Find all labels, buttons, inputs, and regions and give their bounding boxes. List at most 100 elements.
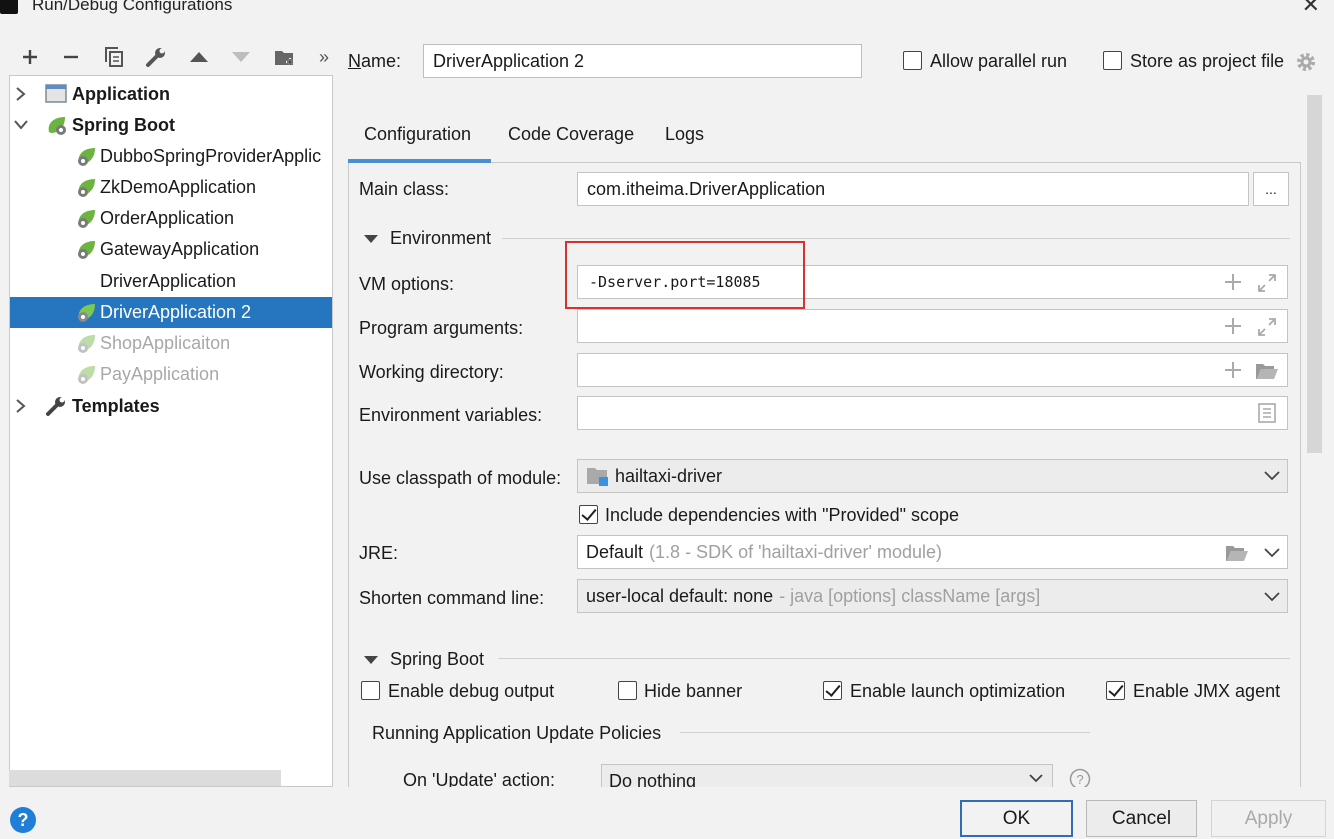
arrow-down-icon	[232, 52, 250, 62]
launch-opt-label: Enable launch optimization	[850, 681, 1066, 701]
wrench-icon	[146, 48, 165, 67]
on-update-select[interactable]: Do nothing	[601, 764, 1053, 787]
on-update-label: On 'Update' action:	[403, 770, 555, 787]
cancel-button[interactable]: Cancel	[1086, 800, 1197, 837]
tree-item-pay[interactable]: PayApplication	[10, 359, 332, 390]
tab-logs[interactable]: Logs	[665, 124, 704, 145]
browse-button[interactable]: ...	[1253, 172, 1289, 206]
add-button[interactable]	[18, 44, 42, 70]
expand-icon[interactable]	[1257, 317, 1277, 337]
copy-button[interactable]	[102, 44, 126, 70]
gear-icon[interactable]	[1295, 51, 1317, 73]
launch-opt-checkbox[interactable]	[823, 681, 842, 700]
section-divider	[498, 658, 1290, 659]
plus-icon[interactable]	[1224, 317, 1242, 335]
name-input[interactable]: DriverApplication 2	[423, 44, 862, 78]
jre-hint: (1.8 - SDK of 'hailtaxi-driver' module)	[649, 541, 943, 562]
spring-boot-icon	[48, 117, 66, 135]
remove-button[interactable]	[59, 44, 83, 70]
edit-templates-button[interactable]	[144, 44, 168, 70]
tree-item-label: GatewayApplication	[100, 239, 260, 259]
tree-item-gateway[interactable]: GatewayApplication	[10, 234, 332, 265]
collapse-triangle-icon[interactable]	[364, 656, 378, 664]
tree-item-order[interactable]: OrderApplication	[10, 203, 332, 234]
tree-item-templates[interactable]: Templates	[10, 391, 332, 422]
help-circle-icon[interactable]: ?	[1069, 768, 1091, 787]
allow-parallel-checkbox[interactable]	[903, 51, 922, 70]
plus-icon[interactable]	[1224, 273, 1242, 291]
tree-item-driver-2[interactable]: DriverApplication 2	[10, 297, 332, 328]
more-chevron-icon[interactable]: »	[312, 44, 336, 70]
configuration-tree[interactable]: Application Spring Boot DubboSpringProvi…	[9, 75, 333, 787]
store-project-checkbox[interactable]	[1103, 51, 1122, 70]
tree-item-zkdemo[interactable]: ZkDemoApplication	[10, 172, 332, 203]
wrench-icon	[46, 397, 65, 416]
chevron-down-icon[interactable]	[1264, 470, 1280, 482]
chevron-right-icon[interactable]	[14, 399, 28, 413]
spring-boot-run-icon	[78, 304, 95, 322]
env-vars-input[interactable]	[577, 396, 1288, 430]
working-dir-input[interactable]	[577, 353, 1288, 387]
working-dir-label: Working directory:	[359, 362, 504, 382]
tree-item-driver[interactable]: DriverApplication	[10, 266, 332, 297]
document-icon[interactable]	[1258, 403, 1276, 423]
debug-output-checkbox[interactable]	[361, 681, 380, 700]
folder-open-icon[interactable]	[1225, 543, 1249, 563]
clipped-row: On 'Update' action: Do nothing ?	[349, 764, 1301, 787]
tab-configuration[interactable]: Configuration	[364, 124, 471, 145]
collapse-triangle-icon[interactable]	[364, 235, 378, 243]
tab-code-coverage[interactable]: Code Coverage	[508, 124, 634, 145]
main-class-input[interactable]: com.itheima.DriverApplication	[577, 172, 1249, 206]
vm-options-label: VM options:	[359, 274, 455, 294]
chevron-right-icon[interactable]	[14, 87, 28, 101]
debug-output-label: Enable debug output	[388, 681, 555, 701]
help-button[interactable]: ?	[10, 807, 36, 833]
classpath-value: hailtaxi-driver	[615, 465, 723, 486]
tree-item-spring-boot[interactable]: Spring Boot	[10, 110, 332, 141]
include-deps-checkbox[interactable]	[579, 505, 598, 524]
classpath-label: Use classpath of module:	[359, 468, 562, 488]
jre-select[interactable]: Default (1.8 - SDK of 'hailtaxi-driver' …	[577, 535, 1288, 569]
move-up-button[interactable]	[187, 44, 211, 70]
shorten-value: user-local default: none	[586, 585, 774, 606]
vertical-scrollbar[interactable]	[1307, 95, 1322, 453]
spring-boot-run-icon	[78, 366, 95, 384]
window-title: Run/Debug Configurations	[32, 0, 233, 14]
chevron-down-icon[interactable]	[1264, 591, 1280, 603]
spring-boot-run-icon	[78, 148, 95, 166]
tree-item-dubbo[interactable]: DubboSpringProviderApplic	[10, 141, 332, 172]
move-down-button[interactable]	[229, 44, 253, 70]
chevron-down-icon[interactable]	[14, 118, 28, 132]
hide-banner-checkbox[interactable]	[618, 681, 637, 700]
expand-icon[interactable]	[1257, 273, 1277, 293]
ok-button[interactable]: OK	[960, 800, 1073, 837]
program-args-label: Program arguments:	[359, 318, 524, 338]
copy-icon	[105, 47, 123, 67]
close-icon[interactable]: ✕	[1302, 0, 1320, 18]
jmx-agent-checkbox[interactable]	[1106, 681, 1125, 700]
include-deps-label: Include dependencies with "Provided" sco…	[605, 505, 960, 525]
tree-horizontal-scrollbar[interactable]	[9, 770, 281, 786]
application-icon	[45, 84, 67, 103]
jmx-agent-label: Enable JMX agent	[1133, 681, 1281, 701]
spring-boot-run-icon	[78, 241, 95, 259]
classpath-select[interactable]: hailtaxi-driver	[577, 459, 1288, 493]
tree-item-label: Application	[72, 84, 170, 104]
hide-banner-label: Hide banner	[644, 681, 743, 701]
new-folder-button[interactable]	[273, 44, 297, 70]
svg-text:?: ?	[1076, 772, 1083, 787]
tree-item-shop[interactable]: ShopApplicaiton	[10, 328, 332, 359]
plus-icon[interactable]	[1224, 361, 1242, 379]
update-policies-title: Running Application Update Policies	[372, 723, 662, 743]
spring-boot-section-title: Spring Boot	[390, 649, 485, 669]
program-args-input[interactable]	[577, 309, 1288, 343]
apply-button[interactable]: Apply	[1211, 800, 1326, 837]
minus-icon	[64, 55, 78, 59]
tree-item-label: DriverApplication	[100, 271, 237, 291]
chevron-down-icon[interactable]	[1029, 774, 1043, 784]
store-project-label: Store as project file	[1130, 51, 1285, 71]
chevron-down-icon[interactable]	[1264, 547, 1280, 559]
tree-item-application[interactable]: Application	[10, 79, 332, 110]
folder-open-icon[interactable]	[1255, 361, 1279, 381]
shorten-select[interactable]: user-local default: none - java [options…	[577, 579, 1288, 613]
